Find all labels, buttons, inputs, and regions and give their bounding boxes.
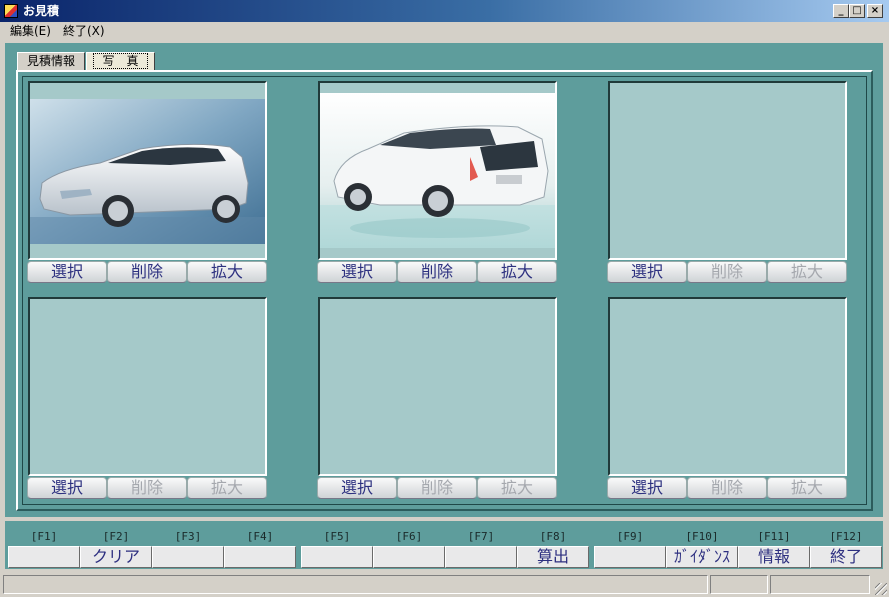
f5-key-label: [F5]	[323, 530, 351, 543]
tab-estimate-info-label: 見積情報	[26, 54, 75, 68]
photo-1-buttons: 選択 削除 拡大	[27, 261, 268, 283]
tab-photos[interactable]: 写 真	[86, 52, 155, 71]
f4-key-label: [F4]	[246, 530, 274, 543]
function-key-bar: [F1] [F2] [F3] [F4] [F5] [F6] [F7] [F8] …	[5, 521, 883, 569]
f8-key-label: [F8]	[539, 530, 567, 543]
photo-1-enlarge-button[interactable]: 拡大	[187, 261, 267, 283]
photo-frame-3	[608, 81, 847, 260]
photo-3-buttons: 選択 削除 拡大	[607, 261, 848, 283]
f9-key-label: [F9]	[616, 530, 644, 543]
photo-4-delete-button: 削除	[107, 477, 187, 499]
photo-4-enlarge-button: 拡大	[187, 477, 267, 499]
photo-6-buttons: 選択 削除 拡大	[607, 477, 848, 499]
photo-5-enlarge-button: 拡大	[477, 477, 557, 499]
f9-button[interactable]	[594, 546, 666, 568]
tab-estimate-info[interactable]: 見積情報	[17, 52, 85, 71]
photo-frame-4	[28, 297, 267, 476]
f6-button[interactable]	[373, 546, 445, 568]
photo-6-enlarge-button: 拡大	[767, 477, 847, 499]
tab-photos-label: 写 真	[93, 53, 148, 69]
photo-3-enlarge-button: 拡大	[767, 261, 847, 283]
f7-button[interactable]	[445, 546, 517, 568]
status-pane-main	[3, 575, 708, 594]
f8-calculate-button[interactable]: 算出	[517, 546, 589, 568]
close-button[interactable]: ×	[867, 4, 883, 18]
f11-info-button[interactable]: 情報	[738, 546, 810, 568]
minimize-button[interactable]: _	[833, 4, 849, 18]
f4-button[interactable]	[224, 546, 296, 568]
f1-key-label: [F1]	[30, 530, 58, 543]
main-area: 見積情報 写 真 選択 削除 拡大 選択 削除 拡大 選択 削除 拡大 選択 削…	[5, 43, 883, 517]
status-pane-2	[710, 575, 768, 594]
photo-frame-6	[608, 297, 847, 476]
car-photo-rear	[320, 93, 555, 248]
menu-bar: 編集(E) 終了(X)	[0, 22, 889, 41]
app-icon	[4, 4, 18, 18]
photo-2-delete-button[interactable]: 削除	[397, 261, 477, 283]
photo-2-enlarge-button[interactable]: 拡大	[477, 261, 557, 283]
photo-1-select-button[interactable]: 選択	[27, 261, 107, 283]
photo-frame-5	[318, 297, 557, 476]
photo-5-delete-button: 削除	[397, 477, 477, 499]
status-pane-3	[770, 575, 870, 594]
title-bar: お見積 _ □ ×	[0, 0, 889, 22]
menu-exit[interactable]: 終了(X)	[63, 24, 105, 39]
photo-6-delete-button: 削除	[687, 477, 767, 499]
f7-key-label: [F7]	[467, 530, 495, 543]
status-bar	[0, 573, 889, 597]
photo-3-delete-button: 削除	[687, 261, 767, 283]
f5-button[interactable]	[301, 546, 373, 568]
f2-clear-button[interactable]: クリア	[80, 546, 152, 568]
maximize-button[interactable]: □	[849, 4, 865, 18]
f6-key-label: [F6]	[395, 530, 423, 543]
photo-frame-1	[28, 81, 267, 260]
f3-button[interactable]	[152, 546, 224, 568]
f2-key-label: [F2]	[102, 530, 130, 543]
photo-2-buttons: 選択 削除 拡大	[317, 261, 558, 283]
photo-5-select-button[interactable]: 選択	[317, 477, 397, 499]
f10-key-label: [F10]	[685, 530, 719, 543]
f12-key-label: [F12]	[829, 530, 863, 543]
photo-4-buttons: 選択 削除 拡大	[27, 477, 268, 499]
f3-key-label: [F3]	[174, 530, 202, 543]
photo-2-select-button[interactable]: 選択	[317, 261, 397, 283]
window-title: お見積	[23, 4, 60, 18]
photo-1-delete-button[interactable]: 削除	[107, 261, 187, 283]
f12-exit-button[interactable]: 終了	[810, 546, 882, 568]
photo-5-buttons: 選択 削除 拡大	[317, 477, 558, 499]
f1-button[interactable]	[8, 546, 80, 568]
photo-3-select-button[interactable]: 選択	[607, 261, 687, 283]
car-photo-front	[30, 99, 265, 244]
photo-frame-2	[318, 81, 557, 260]
f10-guidance-button[interactable]: ｶﾞｲﾀﾞﾝｽ	[666, 546, 738, 568]
photo-panel: 選択 削除 拡大 選択 削除 拡大 選択 削除 拡大 選択 削除 拡大 選択 削…	[16, 70, 873, 511]
photo-6-select-button[interactable]: 選択	[607, 477, 687, 499]
resize-grip[interactable]	[875, 583, 887, 595]
menu-edit[interactable]: 編集(E)	[10, 24, 51, 39]
photo-4-select-button[interactable]: 選択	[27, 477, 107, 499]
f11-key-label: [F11]	[757, 530, 791, 543]
